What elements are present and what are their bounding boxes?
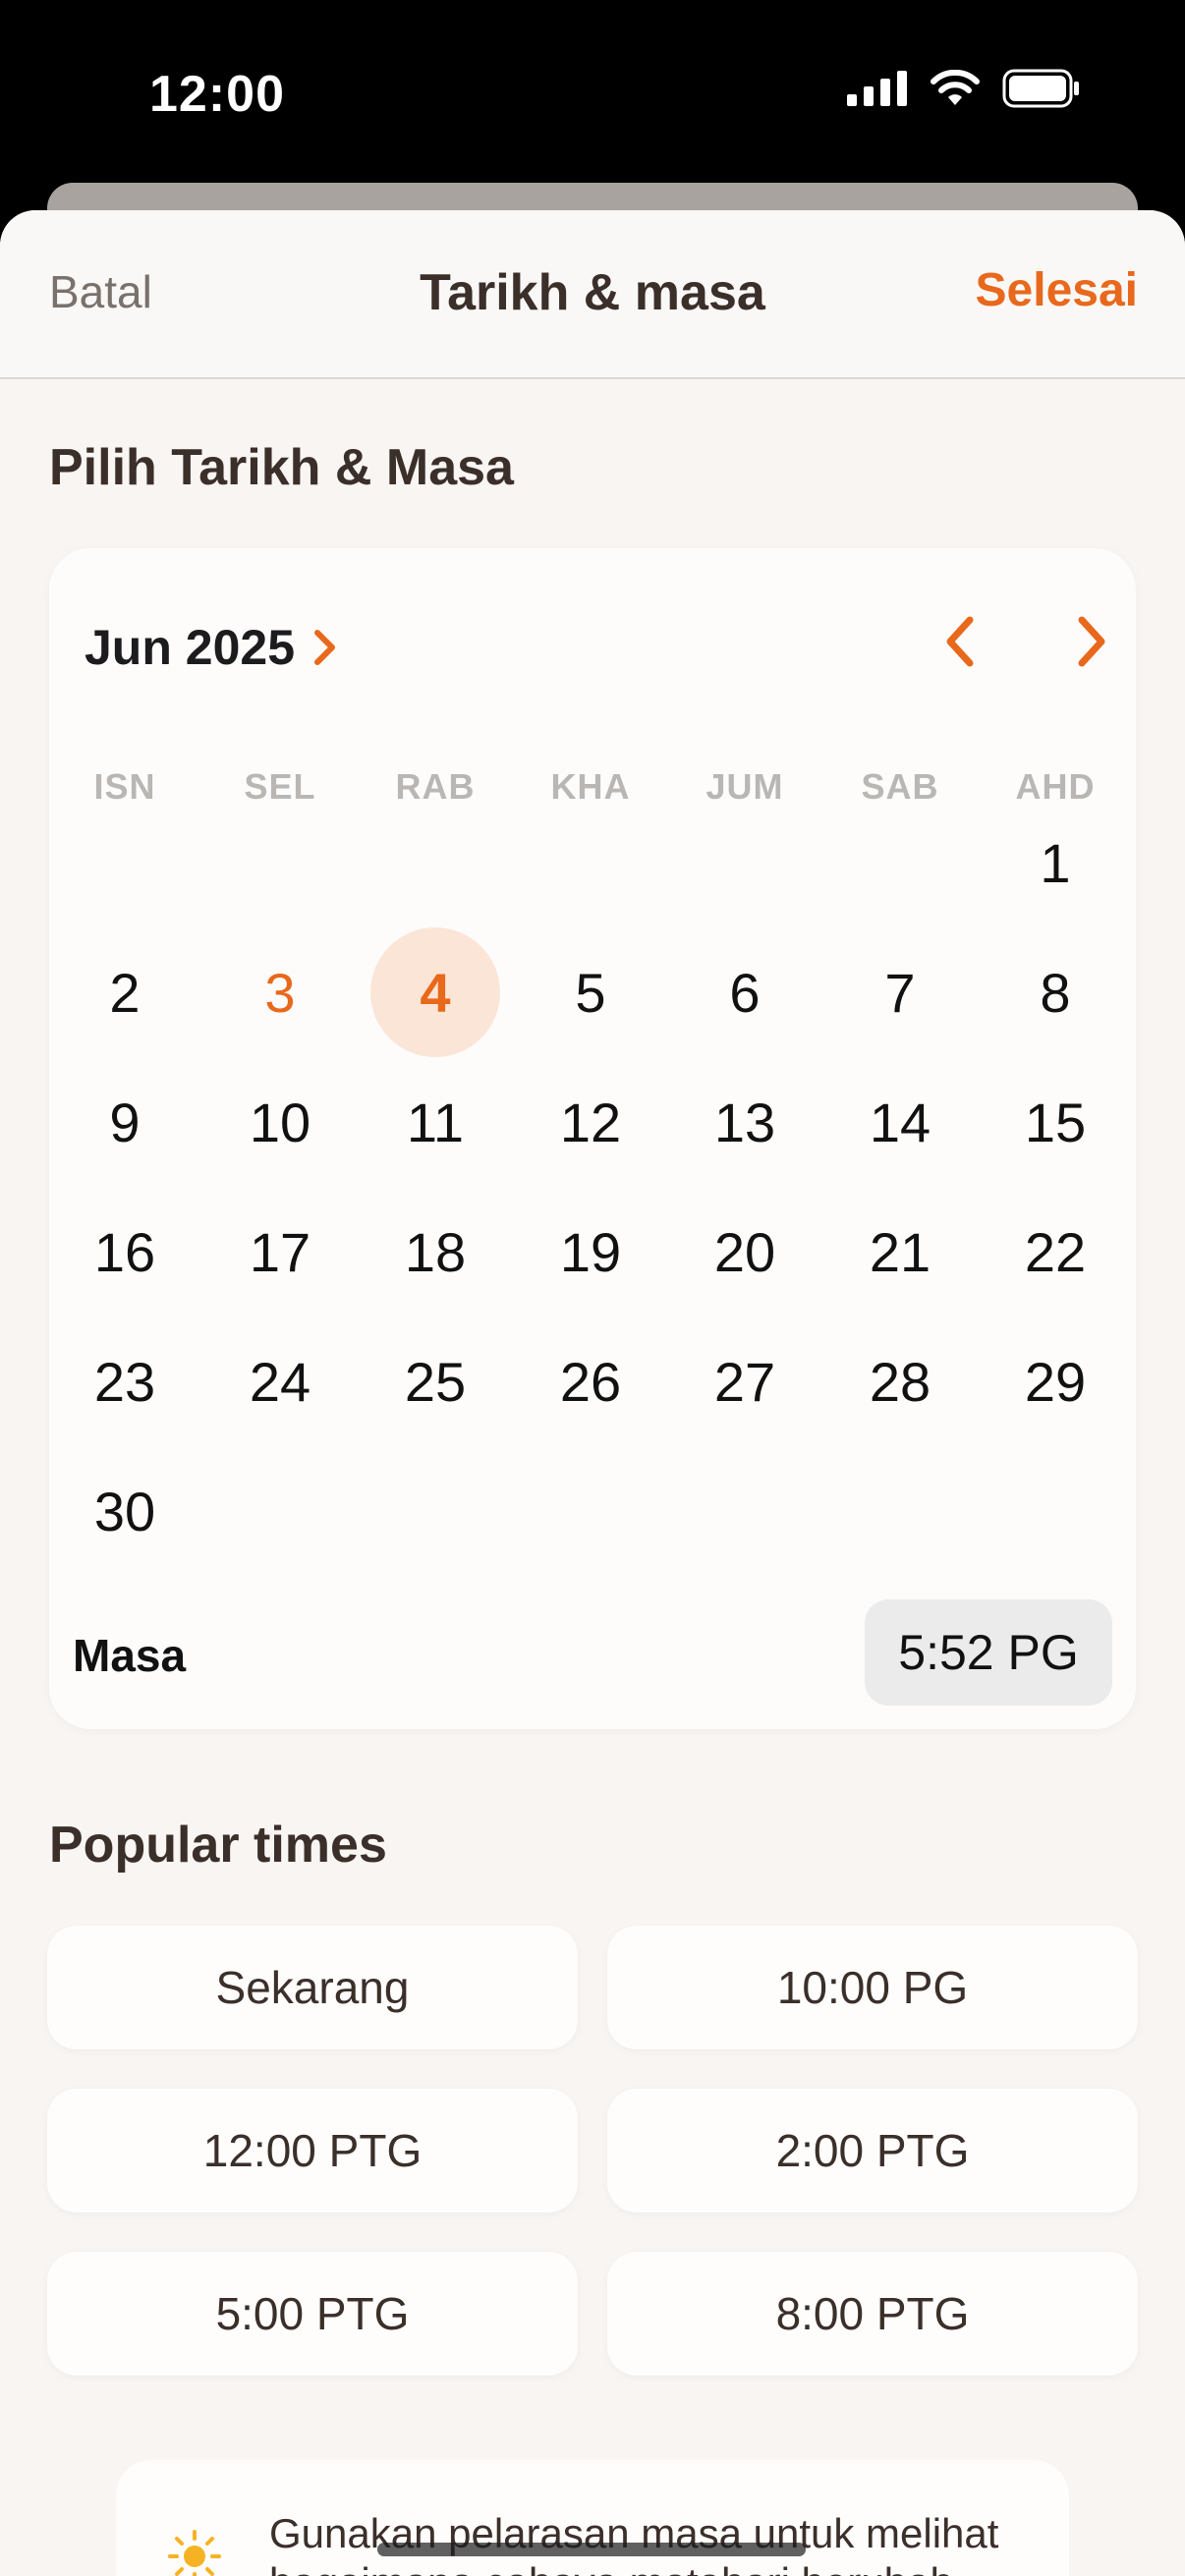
calendar-day[interactable]: 30	[60, 1446, 190, 1576]
calendar-day[interactable]: 7	[835, 927, 965, 1057]
popular-time-button[interactable]: 8:00 PTG	[607, 2252, 1138, 2376]
weekday-header: ISN SEL RAB KHA JUM SAB AHD	[49, 766, 1136, 815]
calendar-day[interactable]: 27	[680, 1316, 810, 1446]
popular-time-button[interactable]: 10:00 PG	[607, 1926, 1138, 2049]
popular-time-button[interactable]: 2:00 PTG	[607, 2089, 1138, 2212]
popular-time-button[interactable]: 5:00 PTG	[47, 2252, 578, 2376]
calendar-day[interactable]: 28	[835, 1316, 965, 1446]
sun-icon	[168, 2530, 221, 2576]
calendar-day[interactable]: 17	[215, 1187, 345, 1316]
calendar-day[interactable]: 21	[835, 1187, 965, 1316]
calendar-day-selected[interactable]: 4	[370, 927, 500, 1057]
calendar-day[interactable]: 12	[526, 1057, 655, 1187]
wifi-icon	[931, 70, 980, 105]
calendar-day[interactable]: 10	[215, 1057, 345, 1187]
calendar-day[interactable]: 1	[990, 798, 1120, 927]
date-time-sheet: Batal Tarikh & masa Selesai Pilih Tarikh…	[0, 210, 1185, 2576]
calendar-day[interactable]: 26	[526, 1316, 655, 1446]
battery-icon	[1002, 69, 1079, 108]
calendar-day[interactable]: 15	[990, 1057, 1120, 1187]
home-indicator[interactable]	[377, 2543, 806, 2556]
calendar-day[interactable]: 19	[526, 1187, 655, 1316]
calendar-day[interactable]: 25	[370, 1316, 500, 1446]
chevron-right-small-icon	[314, 630, 336, 665]
screen: 12:00 Batal Tarikh & masa Selesai Pilih …	[0, 0, 1185, 2576]
calendar-card: Jun 2025 ISN SEL RAB KHA JUM SAB AHD 123456789…	[49, 548, 1136, 1729]
signal-icon	[847, 71, 907, 106]
weekday-label: SAB	[861, 766, 939, 807]
time-label: Masa	[73, 1630, 187, 1681]
calendar-day[interactable]: 23	[60, 1316, 190, 1446]
chevron-right-icon	[1078, 616, 1105, 667]
month-label: Jun 2025	[85, 620, 296, 675]
sheet-header: Batal Tarikh & masa Selesai	[0, 210, 1185, 379]
calendar-day[interactable]: 29	[990, 1316, 1120, 1446]
time-picker-button[interactable]: 5:52 PG	[865, 1599, 1112, 1706]
previous-month-button[interactable]	[926, 607, 994, 676]
calendar-day-today[interactable]: 3	[215, 927, 345, 1057]
done-button[interactable]: Selesai	[976, 263, 1138, 317]
calendar-day[interactable]: 24	[215, 1316, 345, 1446]
month-selector[interactable]: Jun 2025	[85, 619, 338, 676]
weekday-label: ISN	[93, 766, 156, 807]
weekday-label: RAB	[395, 766, 476, 807]
calendar-day[interactable]: 8	[990, 927, 1120, 1057]
calendar-day[interactable]: 14	[835, 1057, 965, 1187]
calendar-day[interactable]: 9	[60, 1057, 190, 1187]
popular-times-title: Popular times	[49, 1817, 387, 1874]
calendar-day[interactable]: 5	[526, 927, 655, 1057]
calendar-day[interactable]: 2	[60, 927, 190, 1057]
popular-time-button[interactable]: 12:00 PTG	[47, 2089, 578, 2212]
status-time: 12:00	[149, 66, 285, 123]
picker-section-title: Pilih Tarikh & Masa	[49, 439, 514, 496]
weekday-label: JUM	[705, 766, 784, 807]
calendar-day[interactable]: 16	[60, 1187, 190, 1316]
status-icons	[847, 69, 1081, 108]
status-bar: 12:00	[0, 0, 1185, 187]
hint-card: Gunakan pelarasan masa untuk melihat bag…	[116, 2460, 1069, 2576]
chevron-left-icon	[946, 616, 974, 667]
next-month-button[interactable]	[1057, 607, 1126, 676]
calendar-day[interactable]: 20	[680, 1187, 810, 1316]
weekday-label: SEL	[244, 766, 316, 807]
popular-time-button[interactable]: Sekarang	[47, 1926, 578, 2049]
calendar-day[interactable]: 6	[680, 927, 810, 1057]
weekday-label: KHA	[550, 766, 631, 807]
calendar-day[interactable]: 18	[370, 1187, 500, 1316]
calendar-day[interactable]: 13	[680, 1057, 810, 1187]
calendar-day[interactable]: 22	[990, 1187, 1120, 1316]
calendar-day[interactable]: 11	[370, 1057, 500, 1187]
